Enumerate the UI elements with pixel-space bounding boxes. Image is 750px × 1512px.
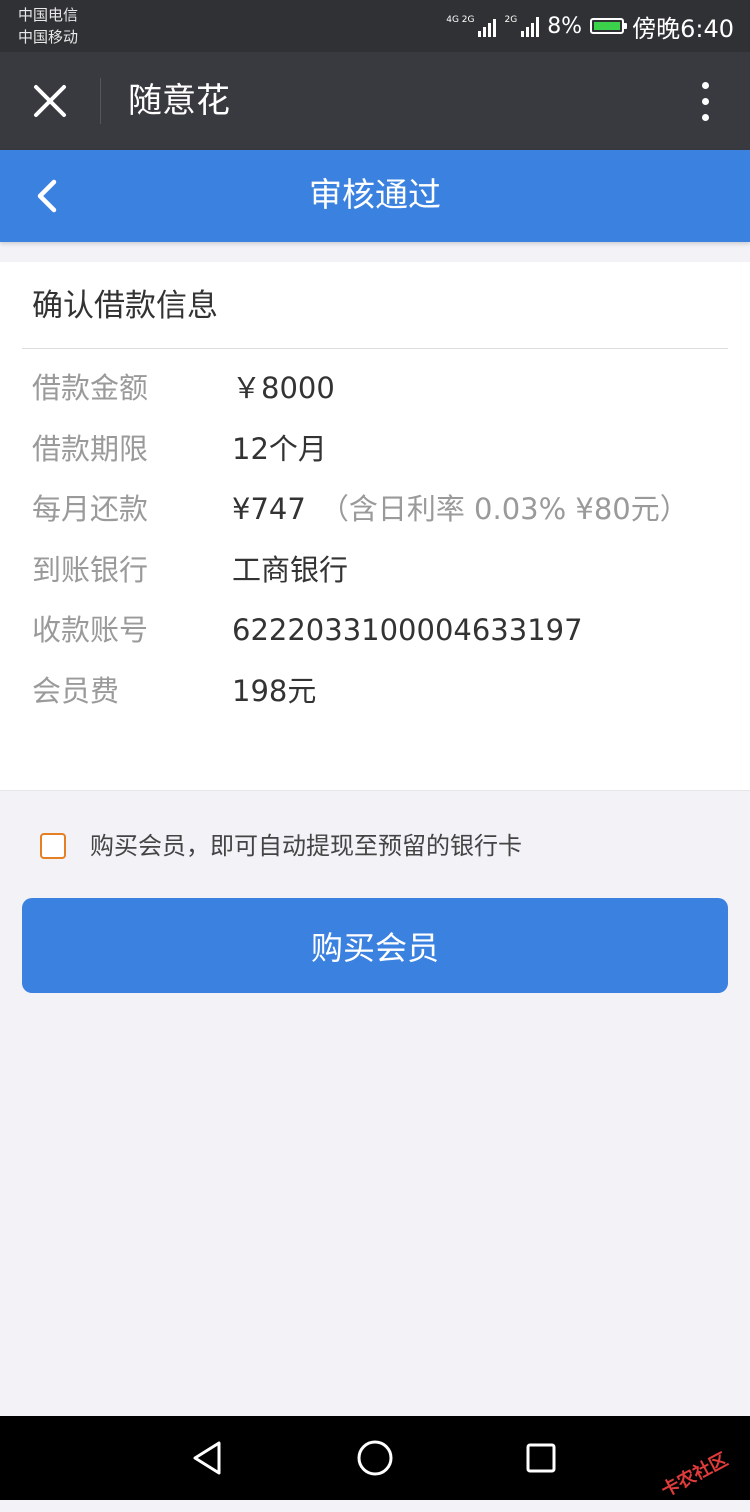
card-divider: [22, 348, 728, 349]
close-icon: [34, 85, 66, 117]
info-row-fee: 会员费 198元: [0, 665, 750, 726]
info-label: 借款期限: [32, 431, 149, 466]
info-row-amount: 借款金额 ￥8000: [0, 362, 750, 423]
info-label: 到账银行: [32, 552, 149, 587]
battery-percent: 8%: [547, 13, 583, 39]
system-nav-bar: 卡农社区: [0, 1416, 750, 1501]
interest-note: （含日利率 0.03% ¥80元）: [319, 492, 689, 526]
agreement-text: 购买会员，即可自动提现至预留的银行卡: [90, 832, 522, 860]
info-label: 每月还款: [32, 492, 149, 526]
info-row-monthly: 每月还款 ¥747 （含日利率 0.03% ¥80元）: [0, 483, 750, 544]
nav-back-button[interactable]: [184, 1436, 234, 1480]
nav-home-button[interactable]: [350, 1436, 400, 1480]
webview-toolbar: 随意花: [0, 52, 750, 150]
clock: 傍晚6:40: [632, 14, 734, 43]
info-row-account: 收款账号 6222033100004633197: [0, 604, 750, 665]
agreement-checkbox[interactable]: [40, 833, 66, 859]
info-label: 收款账号: [32, 613, 149, 647]
signal-2-label: 2G: [504, 15, 518, 25]
signal-1-icon: 4G 2G: [446, 15, 497, 37]
status-bar: 中国电信 中国移动 4G 2G 2G 8% 傍晚6:40: [0, 0, 750, 52]
info-value: ￥8000: [232, 371, 335, 405]
watermark-logo: 卡农社区: [643, 1436, 745, 1512]
info-label: 借款金额: [32, 371, 149, 405]
signal-2-icon: 2G: [504, 15, 540, 37]
status-indicators: 4G 2G 2G 8% 傍晚6:40: [446, 10, 734, 43]
more-options-button[interactable]: [690, 76, 720, 126]
info-value: 6222033100004633197: [232, 613, 583, 647]
info-value: 198元: [232, 673, 317, 708]
battery-icon: [590, 18, 628, 34]
signal-1-label: 4G 2G: [446, 15, 475, 25]
close-button[interactable]: [22, 76, 78, 126]
carrier-info: 中国电信 中国移动: [18, 4, 78, 48]
info-value: ¥747 （含日利率 0.03% ¥80元）: [232, 492, 689, 526]
watermark-text: 卡农社区: [657, 1449, 732, 1502]
info-row-bank: 到账银行 工商银行: [0, 544, 750, 605]
card-title: 确认借款信息: [32, 288, 218, 324]
carrier-1: 中国电信: [18, 6, 79, 24]
more-dot-icon: [701, 113, 709, 121]
page-title: 审核通过: [309, 175, 441, 214]
membership-agreement: 购买会员，即可自动提现至预留的银行卡: [40, 826, 522, 866]
more-dot-icon: [701, 81, 709, 89]
buy-membership-button[interactable]: 购买会员: [22, 898, 728, 993]
circle-home-icon: [357, 1440, 393, 1476]
toolbar-divider: [100, 78, 101, 124]
info-value: 12个月: [232, 431, 327, 466]
more-dot-icon: [701, 97, 709, 105]
webview-title: 随意花: [128, 81, 230, 121]
info-label: 会员费: [32, 673, 120, 708]
info-row-term: 借款期限 12个月: [0, 423, 750, 484]
loan-info-list: 借款金额 ￥8000 借款期限 12个月 每月还款 ¥747 （含日利率 0.03…: [0, 362, 750, 725]
nav-recent-button[interactable]: [516, 1436, 566, 1480]
carrier-2: 中国移动: [18, 28, 79, 46]
page-header: 审核通过: [0, 150, 750, 242]
triangle-back-icon: [193, 1441, 221, 1475]
info-value: 工商银行: [232, 552, 349, 587]
loan-info-card: 确认借款信息 借款金额 ￥8000 借款期限 12个月 每月还款 ¥747 （含日…: [0, 262, 750, 791]
square-recent-icon: [526, 1443, 556, 1473]
